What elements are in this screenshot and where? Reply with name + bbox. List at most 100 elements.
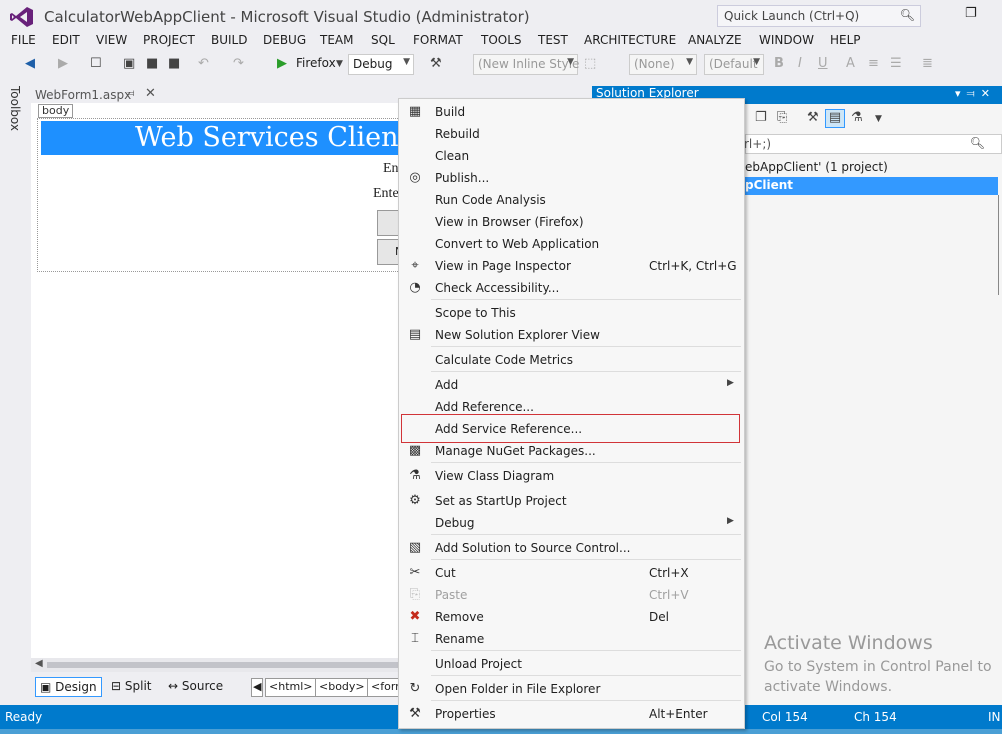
preview-icon[interactable]: ▤ [825,109,845,128]
solution-explorer-search[interactable]: rl+;) 🔍︎ [744,134,1002,154]
menu-item-build[interactable]: ▦ Build [399,102,744,124]
font-select[interactable]: (Default ▼ [704,54,764,75]
save-all-icon[interactable]: ■ [168,56,180,71]
menu-item-unload-project[interactable]: Unload Project [399,654,744,676]
collapse-all-icon[interactable]: ❐ [755,110,767,125]
style-select[interactable]: (New Inline Style ▼ [473,54,579,75]
copy-icon[interactable]: ⎘ [777,110,787,125]
submenu-arrow-icon: ▶ [727,378,734,388]
menu-test[interactable]: TEST [538,33,568,47]
menu-item-cut[interactable]: ✂ Cut Ctrl+X [399,563,744,585]
menu-debug[interactable]: DEBUG [263,33,306,47]
menu-item-new-solution-explorer-view[interactable]: ▤ New Solution Explorer View [399,325,744,347]
menu-item-check-accessibility[interactable]: ◔ Check Accessibility... [399,278,744,300]
align-icon[interactable]: ☰ [890,56,902,71]
menu-analyze[interactable]: ANALYZE [688,33,742,47]
scroll-left-icon[interactable]: ◀ [35,658,43,669]
menu-item-shortcut: Ctrl+X [649,566,689,580]
chevron-down-icon[interactable]: ▼ [875,114,882,124]
italic-icon[interactable]: I [798,56,802,71]
menu-architecture[interactable]: ARCHITECTURE [584,33,676,47]
menu-item-add-solution-to-source-control[interactable]: ▧ Add Solution to Source Control... [399,538,744,560]
solution-explorer-scrollbar[interactable] [998,195,1002,295]
configuration-select[interactable]: Debug ▼ [348,54,414,75]
menu-item-manage-nuget-packages[interactable]: ▩ Manage NuGet Packages... [399,441,744,463]
split-view-button[interactable]: ⊟ Split [107,677,155,697]
project-node[interactable]: pClient [745,177,998,195]
menu-project[interactable]: PROJECT [143,33,195,47]
menu-file[interactable]: FILE [11,33,36,47]
close-icon[interactable]: ✕ [145,86,156,101]
design-button-stub[interactable] [377,210,400,236]
restore-window-icon[interactable]: ❐ [965,6,977,21]
page-banner[interactable]: Web Services Client fo [41,121,400,155]
menu-build[interactable]: BUILD [211,33,247,47]
menu-item-scope-to-this[interactable]: Scope to This [399,303,744,325]
underline-icon[interactable]: U [818,56,828,71]
pin-icon[interactable]: ⫤ [127,88,135,99]
solution-node[interactable]: ebAppClient' (1 project) [745,160,888,174]
start-debugging-icon[interactable]: ▶︎ [277,56,287,71]
panel-controls-icon[interactable]: ▾⫤✕ [955,87,996,101]
highlight-icon[interactable]: ≡ [868,56,879,71]
horizontal-scrollbar[interactable]: ◀ [31,658,400,672]
target-rule-value: (None) [634,57,675,71]
run-target-label[interactable]: Firefox [296,56,336,70]
menu-item-convert-to-web-application[interactable]: Convert to Web Application [399,234,744,256]
font-color-icon[interactable]: A [846,56,855,71]
menu-item-set-as-startup-project[interactable]: ⚙ Set as StartUp Project [399,491,744,513]
redo-icon[interactable]: ↷ [233,56,244,71]
toolbox-tab[interactable]: Toolbox [8,86,22,131]
menu-item-clean[interactable]: Clean [399,146,744,168]
menu-item-remove[interactable]: ✖ Remove Del [399,607,744,629]
menu-item-publish[interactable]: ◎ Publish... [399,168,744,190]
menu-item-rename[interactable]: ⌶ Rename [399,629,744,651]
back-icon[interactable]: ◀︎ [25,56,35,71]
breadcrumb-body[interactable]: <body> [315,678,369,697]
menu-team[interactable]: TEAM [320,33,353,47]
menu-view[interactable]: VIEW [96,33,127,47]
list-icon[interactable]: ≣ [922,56,933,71]
target-rule-select[interactable]: (None) ▼ [629,54,697,75]
undo-icon[interactable]: ↶ [198,56,209,71]
document-tab[interactable]: WebForm1.aspx ⫤ ✕ [31,85,161,105]
menu-sql[interactable]: SQL [371,33,395,47]
menu-item-debug[interactable]: Debug ▶ [399,513,744,535]
menu-item-add[interactable]: Add ▶ [399,375,744,397]
design-button-stub[interactable]: N [377,239,403,265]
save-icon[interactable]: ■ [146,56,158,71]
open-file-icon[interactable]: ▣ [123,56,135,71]
menu-item-view-class-diagram[interactable]: ⚗ View Class Diagram [399,466,744,488]
menu-item-properties[interactable]: ⚒ Properties Alt+Enter [399,704,744,726]
menu-item-label: Build [435,105,466,119]
menu-format[interactable]: FORMAT [413,33,463,47]
bold-icon[interactable]: B [774,56,784,71]
menu-edit[interactable]: EDIT [52,33,80,47]
breadcrumb-left-icon[interactable]: ◀ [251,678,263,697]
menu-item-view-in-page-inspector[interactable]: ⌖ View in Page Inspector Ctrl+K, Ctrl+G [399,256,744,278]
source-view-button[interactable]: ↔ Source [164,677,227,697]
menu-item-view-in-browser-firefox[interactable]: View in Browser (Firefox) [399,212,744,234]
run-target-dropdown-icon[interactable]: ▼ [336,59,343,69]
menu-item-calculate-code-metrics[interactable]: Calculate Code Metrics [399,350,744,372]
properties-icon[interactable]: ⚒ [807,110,819,125]
menu-tools[interactable]: TOOLS [481,33,522,47]
menu-window[interactable]: WINDOW [759,33,814,47]
forward-icon[interactable]: ▶︎ [58,56,68,71]
scroll-thumb[interactable] [47,662,399,668]
menu-item-paste[interactable]: ⎘ Paste Ctrl+V [399,585,744,607]
view-class-diagram-icon[interactable]: ⚗ [851,110,863,125]
attach-icon[interactable]: ⚒ [430,56,442,71]
breadcrumb-form[interactable]: <form [367,678,400,697]
page-inspector-icon: ⌖ [411,258,419,273]
menu-item-rebuild[interactable]: Rebuild [399,124,744,146]
new-project-icon[interactable]: ☐ [90,56,102,71]
menu-separator [431,299,741,300]
design-view-button[interactable]: ▣ Design [35,677,102,697]
target-rule-icon[interactable]: ⬚ [584,56,596,71]
menu-help[interactable]: HELP [830,33,861,47]
menu-item-open-folder-in-file-explorer[interactable]: ↻ Open Folder in File Explorer [399,679,744,701]
quick-launch-input[interactable]: Quick Launch (Ctrl+Q) 🔍︎ [717,5,921,27]
menu-item-run-code-analysis[interactable]: Run Code Analysis [399,190,744,212]
breadcrumb-html[interactable]: <html> [265,678,317,697]
